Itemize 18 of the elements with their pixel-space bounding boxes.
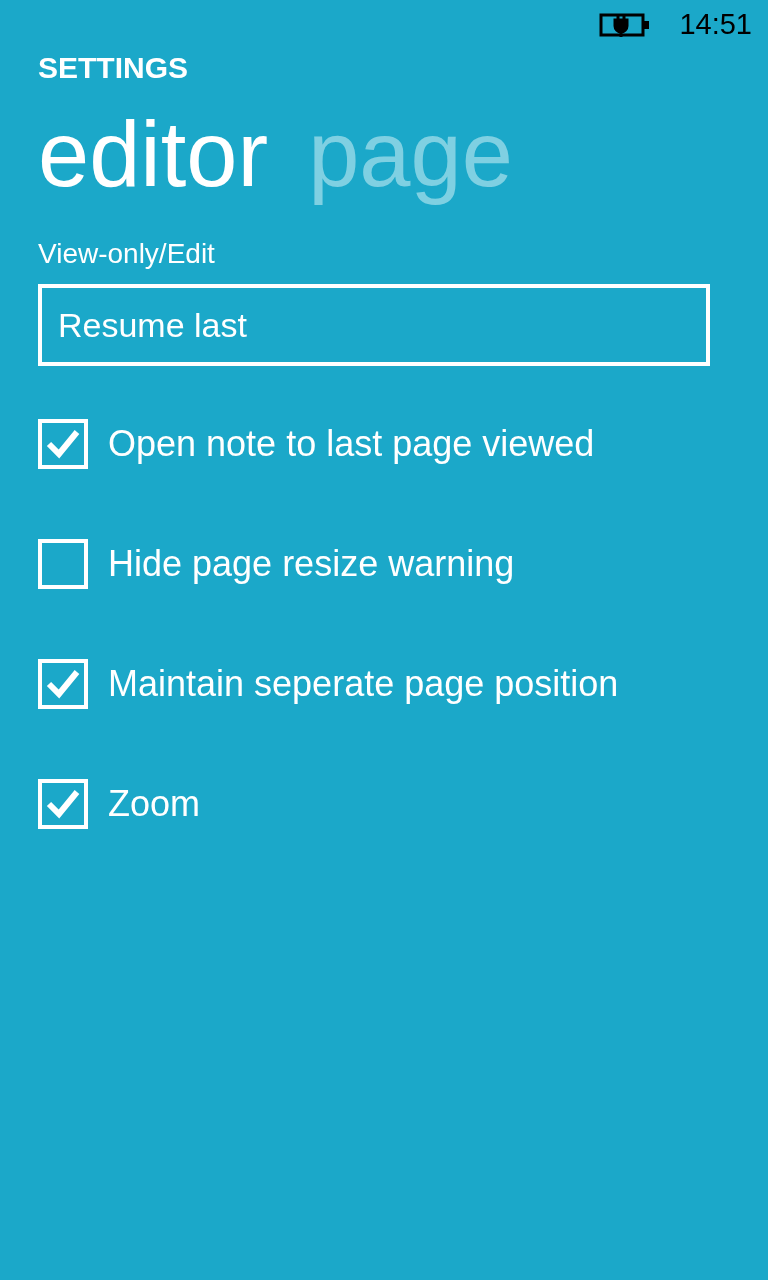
pivot-tab[interactable]: page bbox=[308, 99, 513, 209]
checkbox[interactable] bbox=[38, 419, 88, 469]
option-label: Hide page resize warning bbox=[108, 542, 515, 586]
option-label: Zoom bbox=[108, 782, 201, 826]
checkmark-icon bbox=[46, 669, 80, 699]
checkbox[interactable] bbox=[38, 539, 88, 589]
pivot-tab[interactable]: editor bbox=[38, 99, 269, 209]
app-title: SETTINGS bbox=[38, 50, 189, 86]
checkmark-icon bbox=[46, 429, 80, 459]
field-label: View-only/Edit bbox=[38, 237, 216, 271]
checkbox[interactable] bbox=[38, 779, 88, 829]
mode-picker[interactable]: Resume last bbox=[38, 284, 710, 366]
option-label: Open note to last page viewed bbox=[108, 422, 595, 466]
checkbox[interactable] bbox=[38, 659, 88, 709]
battery-charging-icon bbox=[599, 12, 652, 38]
option-label: Maintain seperate page position bbox=[108, 662, 619, 706]
checkmark-icon bbox=[46, 789, 80, 819]
status-time: 14:51 bbox=[679, 7, 752, 43]
